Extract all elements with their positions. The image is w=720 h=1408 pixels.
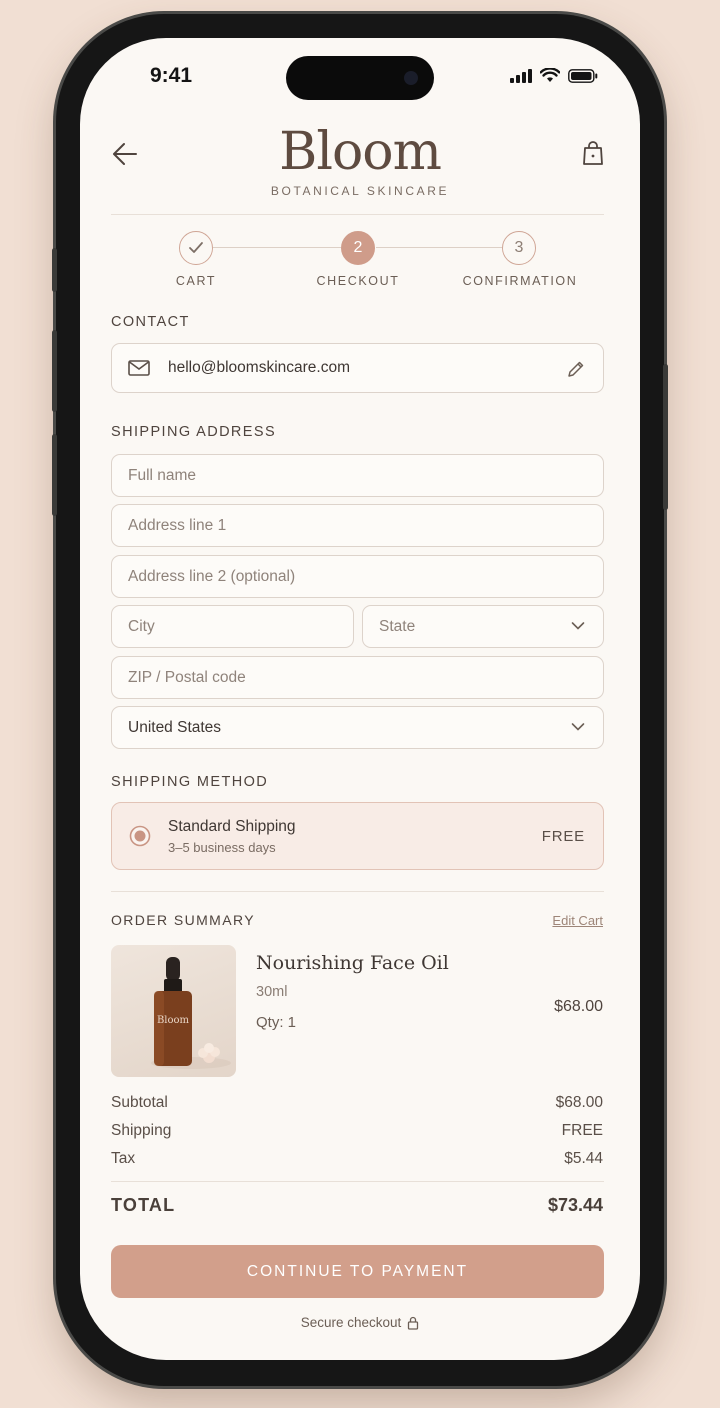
lock-icon: [408, 1316, 419, 1330]
step-label-checkout: CHECKOUT: [316, 274, 400, 288]
step-connector: [213, 247, 341, 248]
product-price: $68.00: [554, 998, 603, 1015]
shipping-option-detail: 3–5 business days: [168, 840, 276, 855]
secure-checkout-note: Secure checkout: [80, 1315, 640, 1330]
zip-input[interactable]: ZIP / Postal code: [111, 656, 604, 699]
step-label-cart: CART: [175, 274, 217, 288]
tax-value: $5.44: [564, 1150, 603, 1167]
mail-icon: [128, 360, 150, 376]
total-label: TOTAL: [111, 1195, 176, 1215]
battery-icon: [568, 68, 598, 83]
shipping-option-name: Standard Shipping: [168, 818, 296, 835]
total-divider: [111, 1181, 604, 1182]
shipping-label: Shipping: [111, 1122, 172, 1139]
volume-up-button: [52, 330, 57, 412]
radio-selected-icon[interactable]: [129, 825, 151, 847]
step-label-confirmation: CONFIRMATION: [462, 274, 578, 288]
brand-logo: Bloom: [279, 122, 442, 182]
address-line1-input[interactable]: Address line 1: [111, 504, 604, 547]
continue-to-payment-label: CONTINUE TO PAYMENT: [246, 1262, 469, 1280]
step-checkout-active: 2: [341, 231, 375, 265]
product-size: 30ml: [256, 984, 288, 1000]
country-select[interactable]: United States: [111, 706, 604, 749]
continue-to-payment-button[interactable]: CONTINUE TO PAYMENT: [111, 1245, 604, 1298]
subtotal-value: $68.00: [555, 1094, 603, 1111]
order-summary-title: ORDER SUMMARY: [111, 912, 255, 928]
screen: 9:41 Bloom BOTANICAL SKINCARE 2 3 CART C…: [80, 38, 640, 1360]
subtotal-label: Subtotal: [111, 1094, 168, 1111]
product-name: Nourishing Face Oil: [256, 952, 449, 974]
shipping-option-price: FREE: [541, 828, 585, 845]
product-bottle-illustration: [151, 957, 231, 1069]
signal-icon: [510, 68, 532, 83]
step-cart-done[interactable]: [179, 231, 213, 265]
dynamic-island: [286, 56, 434, 100]
shipping-option-standard[interactable]: Standard Shipping 3–5 business days FREE: [111, 802, 604, 870]
power-button: [663, 364, 668, 510]
header-divider: [111, 214, 604, 215]
contact-email-field[interactable]: hello@bloomskincare.com: [111, 343, 604, 393]
shipping-value: FREE: [561, 1122, 603, 1139]
shopping-bag-icon[interactable]: [581, 140, 605, 166]
step-connector: [376, 247, 502, 248]
tax-label: Tax: [111, 1150, 136, 1167]
secure-checkout-text: Secure checkout: [300, 1315, 402, 1330]
section-divider: [111, 891, 604, 892]
volume-down-button: [52, 434, 57, 516]
mute-switch: [52, 248, 57, 292]
product-image: Bloom: [111, 945, 236, 1077]
country-select-value: United States: [128, 718, 222, 736]
step-confirmation: 3: [502, 231, 536, 265]
status-time: 9:41: [150, 64, 193, 87]
brand-tagline: BOTANICAL SKINCARE: [270, 184, 450, 198]
contact-email: hello@bloomskincare.com: [168, 359, 351, 376]
status-icons: [510, 68, 598, 83]
bottle-label: Bloom: [156, 1015, 190, 1026]
product-qty: Qty: 1: [256, 1014, 297, 1031]
shipping-address-title: SHIPPING ADDRESS: [111, 424, 277, 440]
edit-pencil-icon[interactable]: [567, 360, 585, 378]
address-line2-input[interactable]: Address line 2 (optional): [111, 555, 604, 598]
chevron-down-icon: [571, 723, 585, 731]
state-select-value: State: [379, 617, 416, 635]
check-icon: [189, 242, 203, 253]
total-value: $73.44: [547, 1195, 603, 1215]
edit-cart-link[interactable]: Edit Cart: [552, 913, 603, 928]
chevron-down-icon: [571, 622, 585, 630]
wifi-icon: [540, 68, 560, 82]
state-select[interactable]: State: [362, 605, 604, 648]
full-name-input[interactable]: Full name: [111, 454, 604, 497]
city-input[interactable]: City: [111, 605, 354, 648]
shipping-method-title: SHIPPING METHOD: [111, 774, 269, 790]
contact-title: CONTACT: [111, 314, 190, 330]
